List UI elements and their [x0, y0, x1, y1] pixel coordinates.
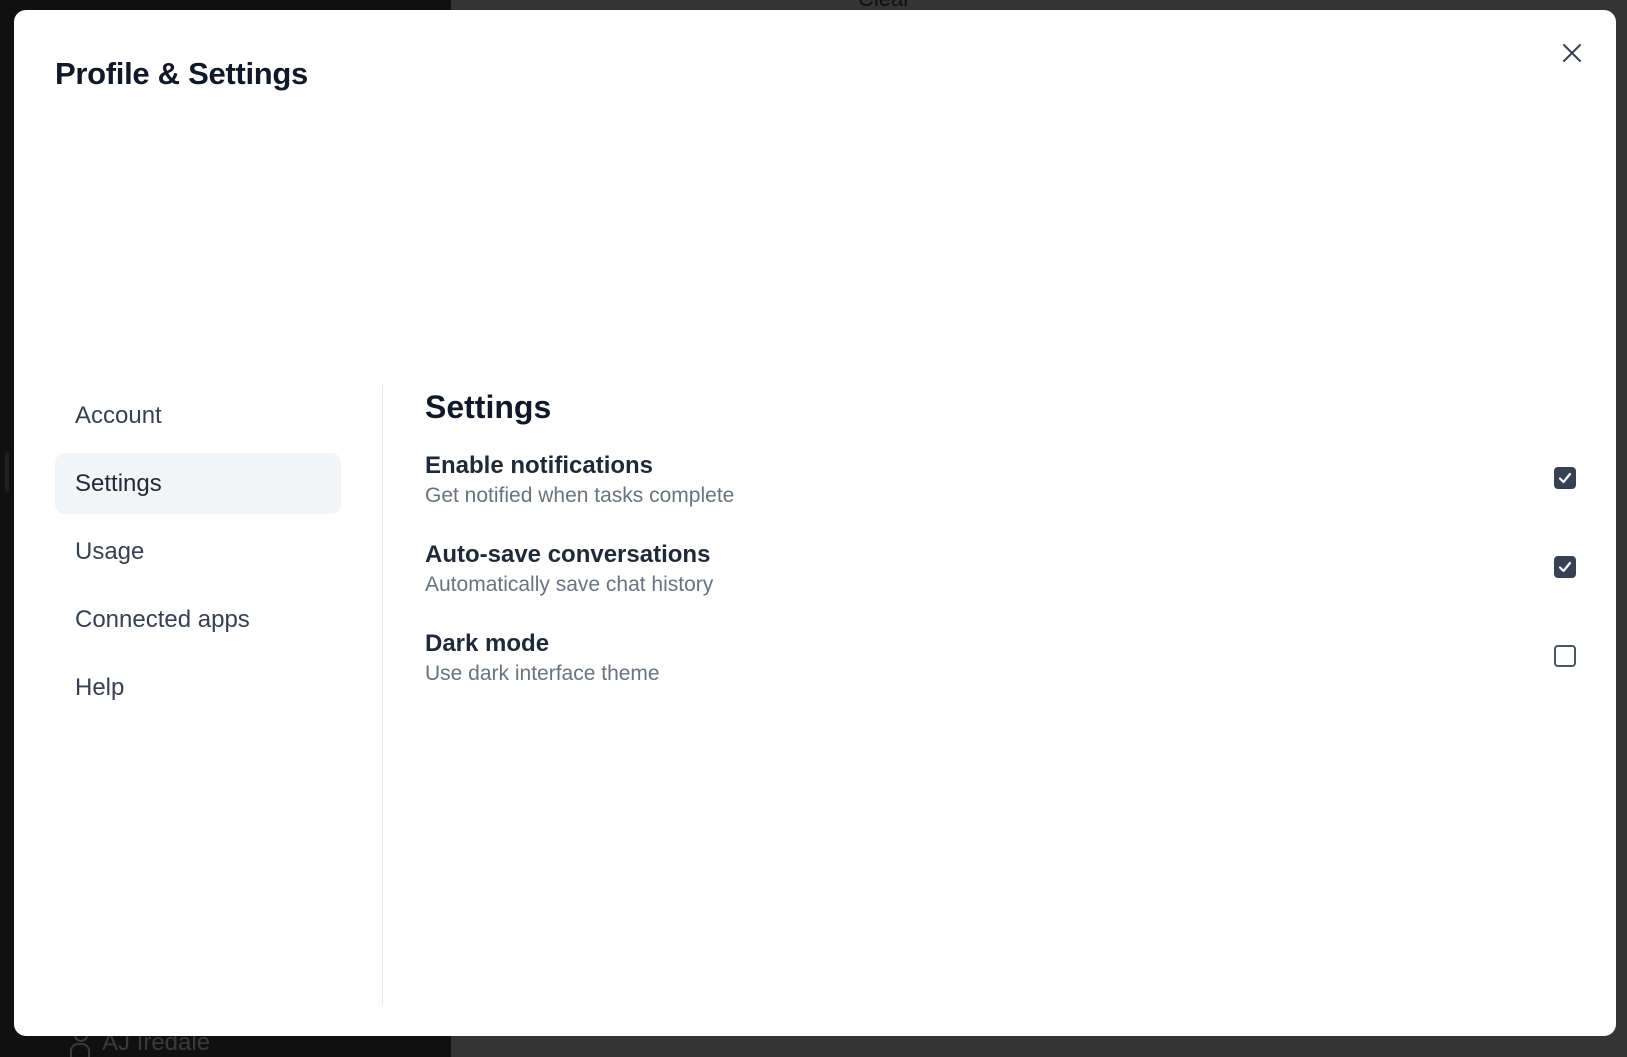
content-title: Settings	[425, 389, 552, 425]
setting-description: Get notified when tasks complete	[425, 484, 735, 507]
setting-label: Dark mode	[425, 630, 550, 657]
nav-item-help[interactable]: Help	[55, 657, 341, 718]
setting-enable-notifications: Enable notifications Get notified when t…	[425, 451, 1576, 540]
checkmark-icon	[1558, 561, 1572, 573]
nav-item-account[interactable]: Account	[55, 385, 341, 446]
enable-notifications-checkbox[interactable]	[1554, 467, 1576, 489]
nav-item-usage[interactable]: Usage	[55, 521, 341, 582]
modal-title: Profile & Settings	[55, 56, 308, 91]
nav-item-settings[interactable]: Settings	[55, 453, 341, 514]
close-button[interactable]	[1558, 39, 1586, 67]
setting-description: Use dark interface theme	[425, 662, 660, 685]
checkmark-icon	[1558, 472, 1572, 484]
setting-auto-save-conversations: Auto-save conversations Automatically sa…	[425, 540, 1576, 629]
nav-item-connected-apps[interactable]: Connected apps	[55, 589, 341, 650]
auto-save-checkbox[interactable]	[1554, 556, 1576, 578]
setting-description: Automatically save chat history	[425, 573, 714, 596]
dark-mode-checkbox[interactable]	[1554, 645, 1576, 667]
nav-divider	[382, 385, 383, 1005]
settings-modal: Profile & Settings Account Settings Usag…	[14, 10, 1616, 1036]
setting-label: Enable notifications	[425, 452, 654, 479]
setting-dark-mode: Dark mode Use dark interface theme	[425, 629, 1576, 718]
close-icon	[1563, 44, 1581, 62]
settings-content: Settings Enable notifications Get notifi…	[425, 385, 1576, 718]
settings-nav: Account Settings Usage Connected apps He…	[55, 385, 341, 725]
setting-label: Auto-save conversations	[425, 541, 711, 568]
